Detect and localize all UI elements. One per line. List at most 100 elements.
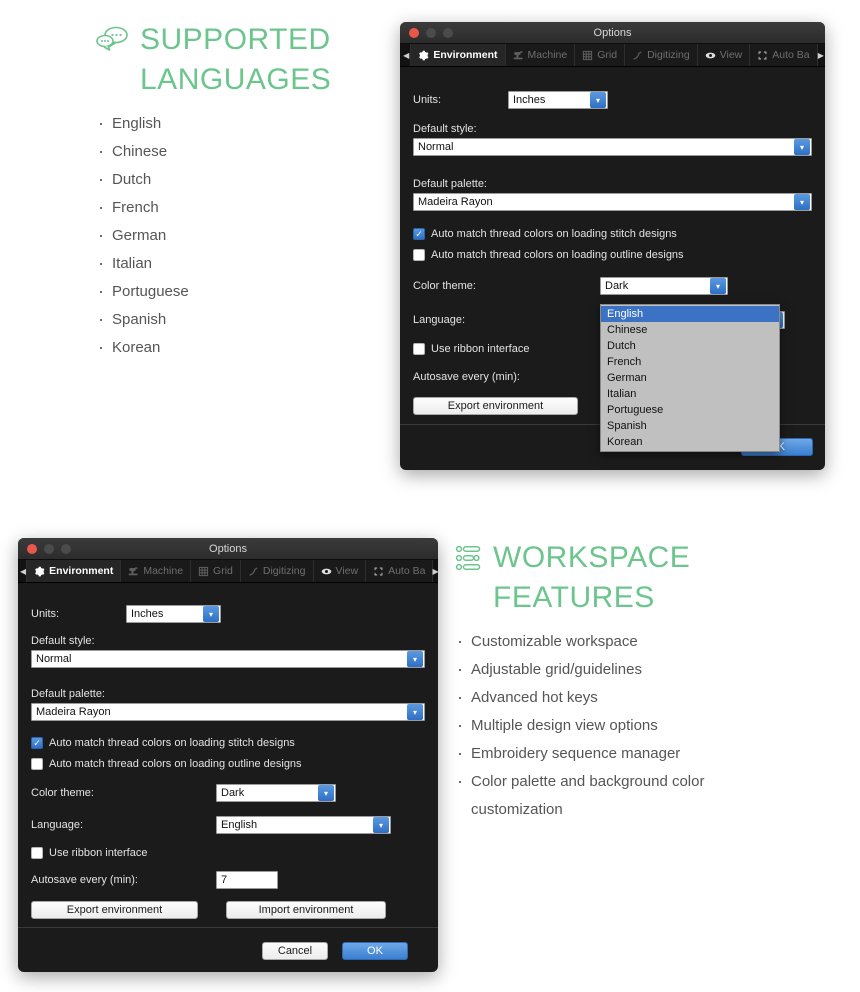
- tab-label: Digitizing: [647, 49, 690, 61]
- list-item: Color palette and background color custo…: [455, 768, 755, 824]
- ok-button[interactable]: OK: [342, 942, 408, 960]
- chevron-down-icon[interactable]: ▾: [590, 92, 606, 108]
- export-environment-button[interactable]: Export environment: [413, 397, 578, 415]
- dropdown-option[interactable]: Italian: [601, 386, 779, 402]
- default-palette-select[interactable]: Madeira Rayon ▾: [31, 703, 425, 721]
- options-dialog-top[interactable]: Options ◀ Environment Machine Grid Dig: [400, 22, 825, 470]
- gear-icon: [34, 566, 45, 577]
- auto-match-stitch-row[interactable]: ✓ Auto match thread colors on loading st…: [31, 737, 425, 749]
- autosave-row: Autosave every (min): 7: [31, 871, 425, 889]
- window-title: Options: [400, 27, 825, 39]
- auto-match-outline-row[interactable]: Auto match thread colors on loading outl…: [413, 249, 812, 261]
- tab-view[interactable]: View: [697, 44, 751, 66]
- tab-machine[interactable]: Machine: [505, 44, 576, 66]
- tab-digitizing[interactable]: Digitizing: [624, 44, 698, 66]
- chevron-down-icon[interactable]: ▾: [794, 139, 810, 155]
- chevron-down-icon[interactable]: ▾: [318, 785, 334, 801]
- tab-grid[interactable]: Grid: [574, 44, 625, 66]
- chevron-down-icon[interactable]: ▾: [203, 606, 219, 622]
- default-style-select[interactable]: Normal ▾: [413, 138, 812, 156]
- workspace-features-promo: WORKSPACE FEATURES Customizable workspac…: [455, 538, 755, 824]
- window-controls[interactable]: [400, 28, 453, 38]
- list-item: Portuguese: [96, 278, 386, 306]
- zoom-button[interactable]: [61, 544, 71, 554]
- chevron-down-icon[interactable]: ▾: [373, 817, 389, 833]
- import-environment-button[interactable]: Import environment: [226, 901, 386, 919]
- tab-label: Grid: [597, 49, 617, 61]
- dialog-footer-bottom: Cancel OK: [262, 942, 408, 960]
- title-bar[interactable]: Options: [400, 22, 825, 44]
- default-palette-value: Madeira Rayon: [414, 196, 794, 208]
- tab-scroll-right-icon[interactable]: ▶: [432, 560, 438, 582]
- tab-view[interactable]: View: [313, 560, 367, 582]
- autosave-label: Autosave every (min):: [31, 874, 216, 886]
- units-select[interactable]: Inches ▾: [126, 605, 221, 623]
- auto-match-stitch-row[interactable]: ✓ Auto match thread colors on loading st…: [413, 228, 812, 240]
- tab-machine[interactable]: Machine: [120, 560, 191, 582]
- tab-bar[interactable]: ◀ Environment Machine Grid Digitizing: [18, 560, 438, 583]
- minimize-button[interactable]: [426, 28, 436, 38]
- language-dropdown-list[interactable]: English Chinese Dutch French German Ital…: [600, 304, 780, 452]
- list-item: Italian: [96, 250, 386, 278]
- tab-environment[interactable]: Environment: [26, 560, 121, 582]
- gear-icon: [418, 50, 429, 61]
- chevron-down-icon[interactable]: ▾: [794, 194, 810, 210]
- options-dialog-bottom[interactable]: Options ◀ Environment Machine Grid Dig: [18, 538, 438, 972]
- autosave-input[interactable]: 7: [216, 871, 278, 889]
- default-style-select[interactable]: Normal ▾: [31, 650, 425, 668]
- ribbon-interface-row[interactable]: Use ribbon interface: [31, 847, 425, 859]
- list-item: German: [96, 222, 386, 250]
- units-select[interactable]: Inches ▾: [508, 91, 608, 109]
- eye-icon: [321, 566, 332, 577]
- tab-environment[interactable]: Environment: [410, 44, 505, 66]
- dropdown-option[interactable]: German: [601, 370, 779, 386]
- window-controls[interactable]: [18, 544, 71, 554]
- default-palette-select[interactable]: Madeira Rayon ▾: [413, 193, 812, 211]
- auto-match-stitch-checkbox[interactable]: ✓: [413, 228, 425, 240]
- title-bar[interactable]: Options: [18, 538, 438, 560]
- default-style-label: Default style:: [31, 635, 425, 647]
- ribbon-interface-checkbox[interactable]: [413, 343, 425, 355]
- tab-grid[interactable]: Grid: [190, 560, 241, 582]
- dropdown-option[interactable]: Portuguese: [601, 402, 779, 418]
- auto-match-outline-label: Auto match thread colors on loading outl…: [431, 249, 684, 261]
- auto-match-outline-checkbox[interactable]: [31, 758, 43, 770]
- language-select[interactable]: English ▾: [216, 816, 391, 834]
- tab-label: Auto Ba: [772, 49, 809, 61]
- ribbon-interface-checkbox[interactable]: [31, 847, 43, 859]
- tab-scroll-left-icon[interactable]: ◀: [402, 44, 410, 66]
- tab-label: Machine: [528, 49, 568, 61]
- zoom-button[interactable]: [443, 28, 453, 38]
- chevron-down-icon[interactable]: ▾: [407, 651, 423, 667]
- dropdown-option[interactable]: French: [601, 354, 779, 370]
- tab-digitizing[interactable]: Digitizing: [240, 560, 314, 582]
- chevron-down-icon[interactable]: ▾: [710, 278, 726, 294]
- close-button[interactable]: [27, 544, 37, 554]
- dropdown-option[interactable]: Dutch: [601, 338, 779, 354]
- list-item: Embroidery sequence manager: [455, 740, 755, 768]
- auto-match-outline-checkbox[interactable]: [413, 249, 425, 261]
- minimize-button[interactable]: [44, 544, 54, 554]
- auto-match-outline-row[interactable]: Auto match thread colors on loading outl…: [31, 758, 425, 770]
- list-item: Advanced hot keys: [455, 684, 755, 712]
- tab-auto-backup[interactable]: Auto Ba: [365, 560, 433, 582]
- color-theme-select[interactable]: Dark ▾: [600, 277, 728, 295]
- dropdown-option[interactable]: Chinese: [601, 322, 779, 338]
- expand-icon: [757, 50, 768, 61]
- default-style-value: Normal: [414, 141, 794, 153]
- tab-bar[interactable]: ◀ Environment Machine Grid Digitizing: [400, 44, 825, 67]
- tab-auto-backup[interactable]: Auto Ba: [749, 44, 817, 66]
- close-button[interactable]: [409, 28, 419, 38]
- dropdown-option[interactable]: Spanish: [601, 418, 779, 434]
- tab-label: View: [336, 565, 359, 577]
- auto-match-stitch-checkbox[interactable]: ✓: [31, 737, 43, 749]
- tab-scroll-right-icon[interactable]: ▶: [817, 44, 825, 66]
- chevron-down-icon[interactable]: ▾: [407, 704, 423, 720]
- color-theme-select[interactable]: Dark ▾: [216, 784, 336, 802]
- dropdown-option[interactable]: Korean: [601, 434, 779, 450]
- color-theme-label: Color theme:: [413, 280, 600, 292]
- export-environment-button[interactable]: Export environment: [31, 901, 198, 919]
- cancel-button[interactable]: Cancel: [262, 942, 328, 960]
- dropdown-option[interactable]: English: [601, 306, 779, 322]
- speech-bubbles-icon: [96, 26, 130, 57]
